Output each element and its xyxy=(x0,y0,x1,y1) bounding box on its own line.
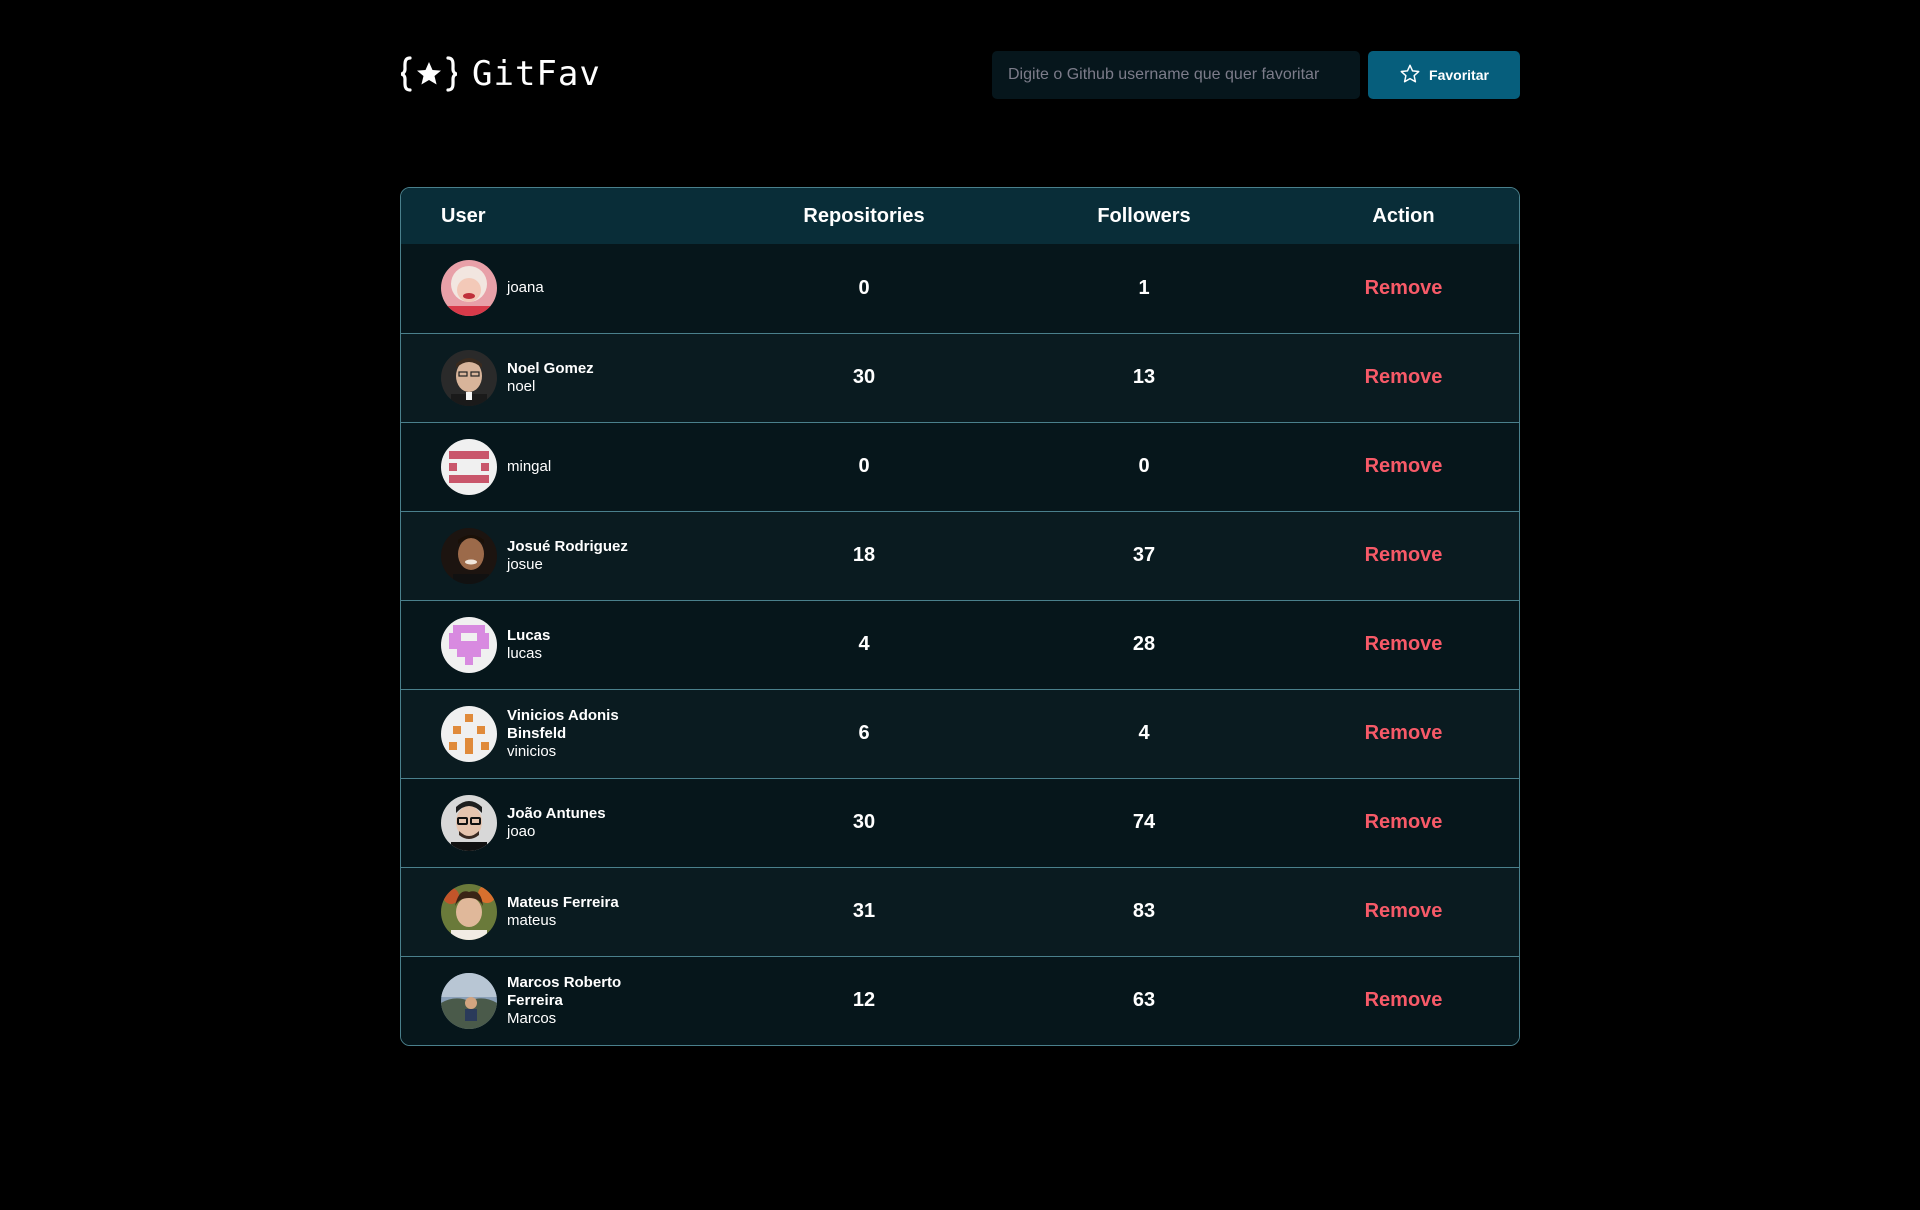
remove-button[interactable]: Remove xyxy=(1365,900,1443,923)
table-row: João Antunes joao 30 74 Remove xyxy=(401,777,1519,867)
repositories-cell: 6 xyxy=(728,688,1000,778)
repositories-cell: 30 xyxy=(728,332,1000,422)
header-repositories: Repositories xyxy=(803,204,925,227)
user-login: noel xyxy=(507,377,536,395)
user-full-name: Josué Rodriguez xyxy=(507,537,628,555)
followers-cell: 28 xyxy=(1000,599,1288,689)
user-full-name: Mateus Ferreira xyxy=(507,893,619,911)
user-avatar[interactable] xyxy=(441,527,497,584)
remove-button[interactable]: Remove xyxy=(1365,722,1443,745)
user-cell: mingal xyxy=(401,421,728,511)
star-braces-icon xyxy=(400,54,458,94)
user-cell: Lucas lucas xyxy=(401,599,728,689)
remove-button[interactable]: Remove xyxy=(1365,277,1443,300)
table-row: Lucas lucas 4 28 Remove xyxy=(401,599,1519,689)
action-cell: Remove xyxy=(1288,421,1519,511)
header-user: User xyxy=(441,204,486,227)
action-cell: Remove xyxy=(1288,510,1519,600)
table-row: Josué Rodriguez josue 18 37 Remove xyxy=(401,510,1519,600)
user-cell: Noel Gomez noel xyxy=(401,332,728,422)
user-cell: Marcos Roberto Ferreira Marcos xyxy=(401,955,728,1045)
user-full-name: João Antunes xyxy=(507,804,606,822)
favoritar-label: Favoritar xyxy=(1429,67,1489,83)
repositories-cell: 12 xyxy=(728,955,1000,1045)
header-followers: Followers xyxy=(1097,204,1191,227)
repositories-cell: 4 xyxy=(728,599,1000,689)
user-full-name: Lucas xyxy=(507,626,551,644)
user-cell: joana xyxy=(401,244,728,333)
repositories-cell: 0 xyxy=(728,421,1000,511)
user-cell: João Antunes joao xyxy=(401,777,728,867)
action-cell: Remove xyxy=(1288,866,1519,956)
repositories-cell: 18 xyxy=(728,510,1000,600)
header-action: Action xyxy=(1372,204,1435,227)
followers-cell: 13 xyxy=(1000,332,1288,422)
user-avatar[interactable] xyxy=(441,794,497,851)
repositories-cell: 30 xyxy=(728,777,1000,867)
followers-cell: 74 xyxy=(1000,777,1288,867)
user-login: mateus xyxy=(507,911,557,929)
favorites-table: User Repositories Followers Action joana… xyxy=(400,187,1520,1046)
followers-cell: 37 xyxy=(1000,510,1288,600)
user-avatar[interactable] xyxy=(441,705,497,762)
action-cell: Remove xyxy=(1288,688,1519,778)
table-row: Noel Gomez noel 30 13 Remove xyxy=(401,332,1519,422)
star-outline-icon xyxy=(1399,63,1421,88)
table-row: Vinicios Adonis Binsfeld vinicios 6 4 Re… xyxy=(401,688,1519,778)
username-search-input[interactable] xyxy=(992,51,1360,99)
user-avatar[interactable] xyxy=(441,438,497,495)
followers-cell: 1 xyxy=(1138,276,1150,299)
action-cell: Remove xyxy=(1288,599,1519,689)
user-avatar[interactable] xyxy=(441,260,497,317)
action-cell: Remove xyxy=(1288,332,1519,422)
repositories-cell: 31 xyxy=(728,866,1000,956)
user-avatar[interactable] xyxy=(441,883,497,940)
table-row: mingal 0 0 Remove xyxy=(401,421,1519,511)
remove-button[interactable]: Remove xyxy=(1365,989,1443,1012)
user-cell: Mateus Ferreira mateus xyxy=(401,866,728,956)
user-cell: Vinicios Adonis Binsfeld vinicios xyxy=(401,688,728,778)
remove-button[interactable]: Remove xyxy=(1365,455,1443,478)
remove-button[interactable]: Remove xyxy=(1365,544,1443,567)
followers-cell: 63 xyxy=(1000,955,1288,1045)
action-cell: Remove xyxy=(1288,777,1519,867)
table-row: Marcos Roberto Ferreira Marcos 12 63 Rem… xyxy=(401,955,1519,1045)
app-header: GitFav Favoritar xyxy=(400,0,1520,150)
user-login: joao xyxy=(507,822,536,840)
user-cell: Josué Rodriguez josue xyxy=(401,510,728,600)
table-header-row: User Repositories Followers Action xyxy=(401,188,1519,244)
user-login: joana xyxy=(507,279,544,297)
user-avatar[interactable] xyxy=(441,349,497,406)
app-title: GitFav xyxy=(472,54,601,94)
followers-cell: 0 xyxy=(1000,421,1288,511)
search-bar: Favoritar xyxy=(992,51,1520,99)
remove-button[interactable]: Remove xyxy=(1365,633,1443,656)
page: GitFav Favoritar User Repositories Follo… xyxy=(400,0,1520,1046)
user-login: Marcos xyxy=(507,1009,557,1027)
user-full-name: Vinicios Adonis Binsfeld xyxy=(507,706,619,742)
action-cell: Remove xyxy=(1288,955,1519,1045)
user-full-name: Noel Gomez xyxy=(507,359,594,377)
repositories-cell: 0 xyxy=(858,276,870,299)
followers-cell: 4 xyxy=(1000,688,1288,778)
user-full-name: Marcos Roberto Ferreira xyxy=(507,973,622,1009)
remove-button[interactable]: Remove xyxy=(1365,811,1443,834)
user-avatar[interactable] xyxy=(441,616,497,673)
user-avatar[interactable] xyxy=(441,972,497,1029)
user-login: lucas xyxy=(507,644,543,662)
logo: GitFav xyxy=(400,54,601,94)
table-row: joana 0 1 Remove xyxy=(401,244,1519,333)
followers-cell: 83 xyxy=(1000,866,1288,956)
user-login: josue xyxy=(507,555,543,573)
user-login: vinicios xyxy=(507,742,557,760)
user-login: mingal xyxy=(507,457,552,475)
favoritar-button[interactable]: Favoritar xyxy=(1368,51,1520,99)
remove-button[interactable]: Remove xyxy=(1365,366,1443,389)
table-row: Mateus Ferreira mateus 31 83 Remove xyxy=(401,866,1519,956)
action-cell: Remove xyxy=(1288,244,1519,333)
